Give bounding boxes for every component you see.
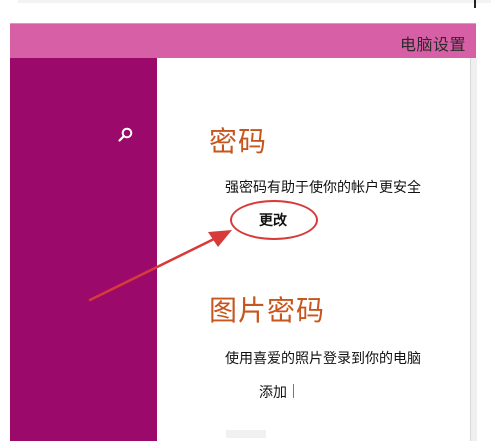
picture-password-description: 使用喜爱的照片登录到你的电脑: [225, 351, 421, 367]
top-edge: [18, 0, 491, 3]
window-title: 电脑设置: [399, 35, 466, 54]
screenshot-frame: 电脑设置 密码 强密码有助于使你的帐户更安全 更改 图片密码 使用喜爱的照片登录…: [0, 0, 491, 441]
bottom-faded-text: [226, 430, 266, 438]
change-password-button[interactable]: 更改: [259, 210, 287, 230]
search-button[interactable]: [114, 124, 136, 146]
text-cursor-mark: [293, 384, 294, 398]
password-section-title: 密码: [209, 125, 268, 158]
add-picture-password-button[interactable]: 添加: [259, 382, 287, 402]
settings-content: 密码 强密码有助于使你的帐户更安全 更改 图片密码 使用喜爱的照片登录到你的电脑…: [157, 58, 470, 441]
password-description: 强密码有助于使你的帐户更安全: [225, 180, 421, 196]
title-bar: 电脑设置: [10, 23, 476, 58]
search-icon: [118, 127, 133, 142]
top-edge-tick: [474, 0, 476, 8]
sidebar: [10, 58, 157, 441]
picture-password-section-title: 图片密码: [209, 294, 326, 327]
content-right-border: [470, 58, 477, 441]
